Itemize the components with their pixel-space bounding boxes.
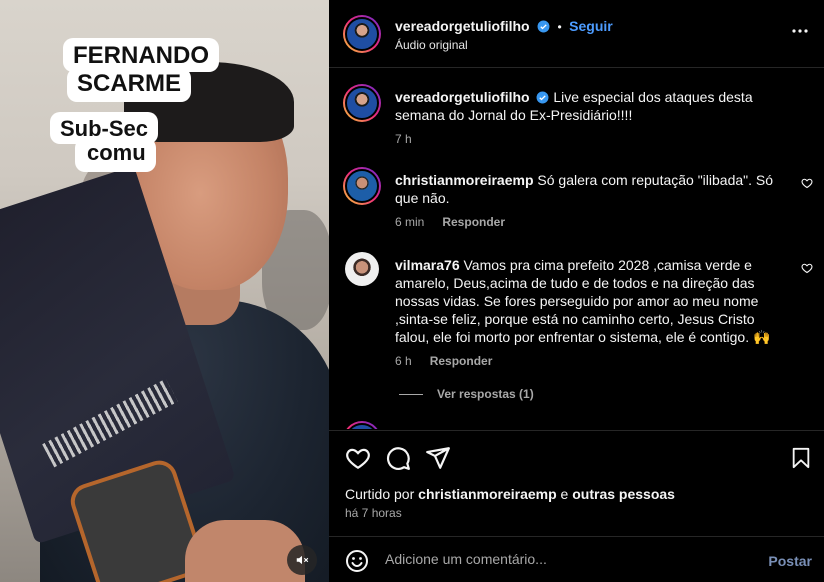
view-replies-button[interactable]: Ver respostas (1) [399, 387, 534, 401]
video-caption-line-2: SCARME [67, 68, 192, 102]
post-side-panel: vereadorgetuliofilho • Seguir Áudio orig… [329, 0, 824, 582]
likes-others[interactable]: outras pessoas [572, 486, 675, 502]
verified-badge-icon [537, 20, 550, 33]
more-options-icon[interactable] [792, 28, 808, 34]
caption-username[interactable]: vereadorgetuliofilho [395, 89, 530, 105]
post-actions-bar [329, 430, 824, 482]
save-bookmark-icon[interactable] [790, 445, 812, 471]
post-media-video[interactable]: FERNANDO SCARME Sub-Sec comu [0, 0, 329, 582]
comment-username[interactable]: christianmoreiraemp [395, 172, 534, 188]
caption-author-avatar[interactable] [343, 84, 381, 122]
caption-time: 7 h [395, 132, 412, 146]
likes-conj: e [560, 486, 569, 502]
audio-muted-button[interactable] [287, 545, 317, 575]
comment-bubble-icon[interactable] [385, 445, 411, 471]
view-replies-label: Ver respostas (1) [437, 387, 534, 401]
comment-input[interactable]: Adicione um comentário... [385, 551, 547, 567]
add-comment-bar: Adicione um comentário... Postar [329, 536, 824, 582]
likes-summary: Curtido por christianmoreiraemp e outras… [345, 486, 675, 502]
like-comment-heart-icon[interactable] [801, 262, 813, 274]
emoji-picker-icon[interactable] [345, 549, 369, 573]
like-heart-icon[interactable] [345, 445, 371, 471]
reply-button[interactable]: Responder [442, 215, 505, 229]
comment-time: 6 h [395, 354, 412, 368]
comment-username[interactable]: vilmara76 [395, 257, 460, 273]
comment-time: 6 min [395, 215, 425, 229]
share-paper-plane-icon[interactable] [425, 445, 451, 471]
post-comment-button[interactable]: Postar [768, 553, 812, 569]
video-caption-line-1: FERNANDO [63, 38, 219, 72]
separator-dot: • [557, 20, 562, 34]
follow-button[interactable]: Seguir [569, 18, 613, 34]
video-caption-line-4: comu [75, 138, 156, 172]
comment-item: vilmara76 Vamos pra cima prefeito 2028 ,… [343, 252, 813, 402]
post-caption: vereadorgetuliofilho Live especial dos a… [343, 84, 813, 146]
commenter-avatar[interactable] [343, 167, 381, 205]
reply-button[interactable]: Responder [430, 354, 493, 368]
commenter-avatar[interactable] [345, 252, 379, 286]
verified-badge-icon [537, 91, 549, 104]
comments-list[interactable]: vereadorgetuliofilho Live especial dos a… [329, 69, 824, 429]
likes-user[interactable]: christianmoreiraemp [418, 486, 557, 502]
next-comment-avatar[interactable] [343, 421, 381, 429]
replies-divider [399, 393, 423, 395]
speaker-muted-icon [296, 555, 309, 565]
author-username[interactable]: vereadorgetuliofilho [395, 18, 530, 34]
audio-label[interactable]: Áudio original [395, 38, 468, 52]
comment-item: christianmoreiraemp Só galera com reputa… [343, 167, 813, 237]
like-comment-heart-icon[interactable] [801, 177, 813, 189]
author-avatar[interactable] [343, 15, 381, 53]
post-header: vereadorgetuliofilho • Seguir Áudio orig… [329, 0, 824, 68]
post-timestamp[interactable]: há 7 horas [345, 506, 402, 520]
speaker-hand [185, 520, 305, 582]
likes-prefix: Curtido por [345, 486, 415, 502]
